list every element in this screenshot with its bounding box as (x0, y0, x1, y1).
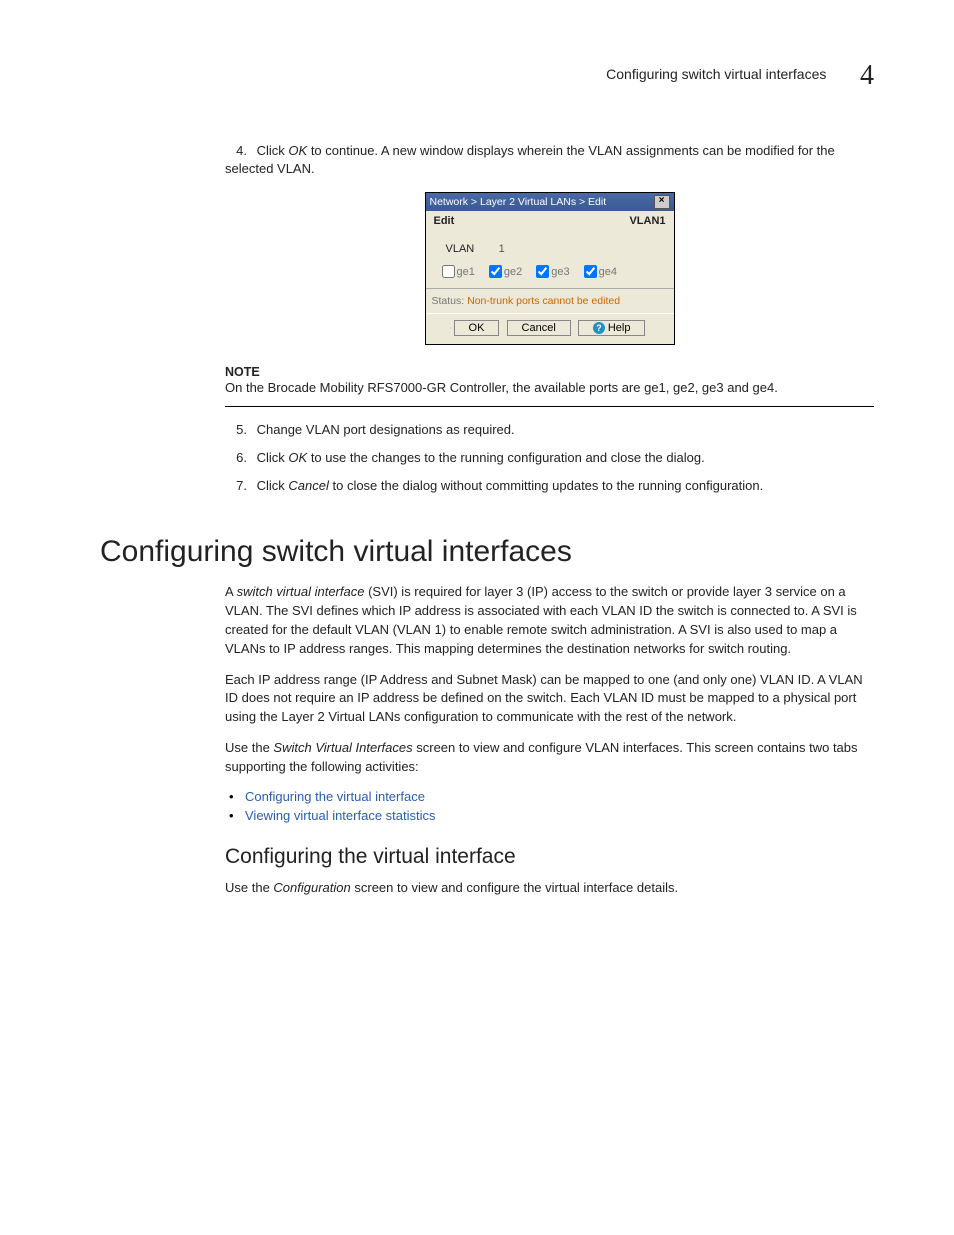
ok-button[interactable]: OK (454, 320, 500, 336)
step-4: 4. Click OK to continue. A new window di… (225, 142, 874, 178)
note-label: NOTE (225, 365, 874, 379)
checkbox-ge1[interactable] (442, 265, 455, 278)
port-ge3[interactable]: ge3 (536, 265, 569, 278)
section-heading: Configuring switch virtual interfaces (100, 535, 874, 569)
port-ge1[interactable]: ge1 (442, 265, 475, 278)
checkbox-ge4[interactable] (584, 265, 597, 278)
bullet-link-1: Configuring the virtual interface (225, 789, 874, 804)
checkbox-ge2[interactable] (489, 265, 502, 278)
status-label: Status: (432, 295, 465, 307)
paragraph-configuration-screen: Use the Configuration screen to view and… (225, 879, 874, 898)
chapter-number: 4 (860, 60, 874, 91)
step-7: 7. Click Cancel to close the dialog with… (225, 477, 874, 495)
dialog-breadcrumb: Network > Layer 2 Virtual LANs > Edit (430, 196, 607, 208)
port-checkbox-row: ge1 ge2 ge3 ge4 (438, 265, 662, 278)
status-row: Status: Non-trunk ports cannot be edited (426, 289, 674, 313)
ok-text: OK (288, 143, 307, 158)
note-body: On the Brocade Mobility RFS7000-GR Contr… (225, 379, 874, 406)
edit-label: Edit (434, 215, 455, 227)
vlan-field-label: VLAN (446, 243, 496, 255)
link-viewing-statistics[interactable]: Viewing virtual interface statistics (245, 808, 436, 823)
paragraph-use-screen: Use the Switch Virtual Interfaces screen… (225, 739, 874, 777)
dialog-titlebar: Network > Layer 2 Virtual LANs > Edit × (426, 193, 674, 211)
vlan-name: VLAN1 (629, 215, 665, 227)
checkbox-ge3[interactable] (536, 265, 549, 278)
paragraph-svi: A switch virtual interface (SVI) is requ… (225, 583, 874, 658)
close-icon[interactable]: × (654, 195, 670, 209)
page-header: Configuring switch virtual interfaces 4 (100, 60, 874, 92)
help-icon: ? (593, 322, 605, 334)
link-configuring-virtual-interface[interactable]: Configuring the virtual interface (245, 789, 425, 804)
port-ge4[interactable]: ge4 (584, 265, 617, 278)
vlan-field-value: 1 (499, 243, 505, 255)
step-5: 5. Change VLAN port designations as requ… (225, 421, 874, 439)
header-title: Configuring switch virtual interfaces (606, 66, 826, 82)
step-number: 4. (225, 142, 247, 160)
bullet-link-2: Viewing virtual interface statistics (225, 808, 874, 823)
step-6: 6. Click OK to use the changes to the ru… (225, 449, 874, 467)
port-ge2[interactable]: ge2 (489, 265, 522, 278)
subsection-heading: Configuring the virtual interface (225, 845, 874, 869)
paragraph-ip-range: Each IP address range (IP Address and Su… (225, 671, 874, 728)
cancel-button[interactable]: Cancel (507, 320, 571, 336)
vlan-edit-dialog: Network > Layer 2 Virtual LANs > Edit × … (425, 192, 675, 345)
status-message: Non-trunk ports cannot be edited (467, 295, 620, 307)
help-button[interactable]: ?Help (578, 320, 646, 336)
